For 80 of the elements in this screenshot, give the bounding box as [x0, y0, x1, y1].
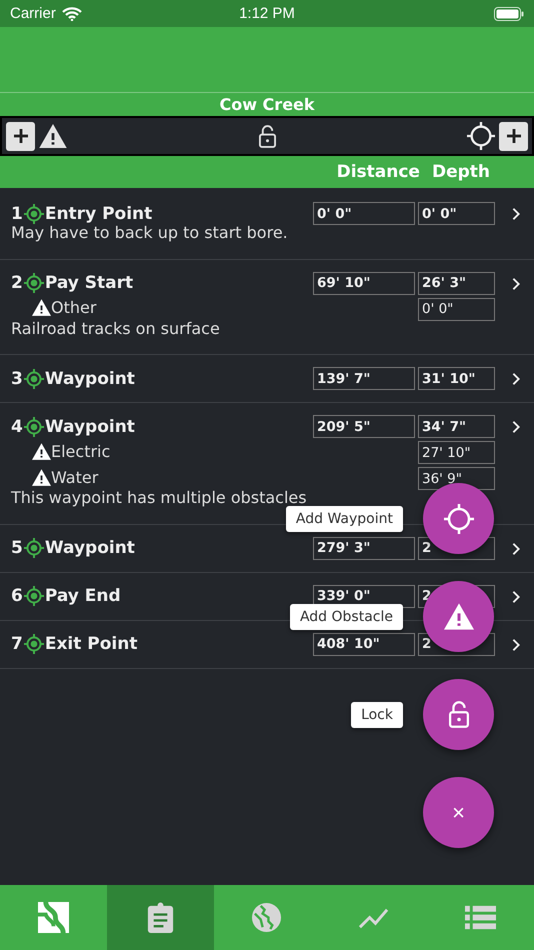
- station-number: 4: [11, 416, 23, 437]
- depth-field: 0' 0": [418, 298, 495, 321]
- station-row[interactable]: 5 Waypoint: [11, 536, 135, 560]
- crosshair-icon: [467, 122, 495, 150]
- close-fab-menu[interactable]: ×: [423, 777, 494, 848]
- distance-field: 69' 10": [313, 272, 415, 295]
- target-icon: [24, 204, 44, 224]
- station-row[interactable]: 3 Waypoint: [11, 367, 135, 390]
- station-name: Waypoint: [44, 416, 135, 437]
- station-number: 3: [11, 368, 23, 389]
- globe-icon: [251, 902, 282, 933]
- station-number: 1: [11, 204, 23, 224]
- target-icon: [24, 634, 44, 654]
- chevron-icon[interactable]: [511, 638, 521, 652]
- fab-tooltip: Add Waypoint: [286, 506, 403, 532]
- station-name: Exit Point: [44, 634, 138, 654]
- station-number: 5: [11, 538, 23, 558]
- depth-field: 27' 10": [418, 441, 495, 464]
- distance-field: 279' 3": [313, 536, 415, 560]
- obstacle-label: Other: [51, 298, 96, 318]
- station-name: Waypoint: [44, 538, 135, 558]
- station-name: Pay Start: [44, 273, 134, 294]
- target-icon: [24, 586, 44, 606]
- obstacle-label: Electric: [51, 442, 110, 461]
- station-note: Railroad tracks on surface: [11, 320, 221, 338]
- station-name: Entry Point: [44, 204, 152, 224]
- warning-icon: [32, 468, 51, 486]
- lock-icon: [448, 701, 468, 728]
- warning-icon: [32, 299, 51, 316]
- distance-field: 209' 5": [313, 415, 415, 438]
- station-name: Pay End: [44, 586, 121, 606]
- station-row[interactable]: 6 Pay End: [11, 584, 121, 608]
- fab-tooltip: Lock: [351, 702, 403, 728]
- chevron-icon[interactable]: [511, 590, 521, 604]
- column-header: Depth: [432, 162, 490, 182]
- chevron-icon[interactable]: [511, 207, 521, 221]
- station-row[interactable]: 4 Waypoint: [11, 415, 135, 438]
- lock-icon[interactable]: [258, 124, 276, 148]
- depth-field: 31' 10": [418, 367, 495, 390]
- project-title: Cow Creek: [219, 95, 315, 114]
- add-button[interactable]: [499, 122, 528, 150]
- station-note: This waypoint has multiple obstacles: [11, 489, 308, 507]
- distance-field: 0' 0": [313, 202, 415, 225]
- logo-icon: [38, 902, 69, 933]
- station-note: May have to back up to start bore.: [11, 224, 289, 242]
- carrier-label: Carrier: [10, 5, 56, 22]
- obstacle-label: Water: [51, 468, 98, 487]
- warning-icon: [444, 603, 474, 630]
- station-number: 2: [11, 273, 23, 294]
- station-row[interactable]: 2 Pay Start: [11, 272, 134, 295]
- depth-field: 0' 0": [418, 202, 495, 225]
- warning-button[interactable]: [39, 124, 67, 148]
- warning-icon: [32, 442, 51, 460]
- add-button[interactable]: [6, 122, 35, 150]
- station-name: Waypoint: [44, 368, 135, 389]
- crosshair-icon: [444, 504, 474, 534]
- station-number: 7: [11, 634, 23, 654]
- distance-field: 139' 7": [313, 367, 415, 390]
- depth-field: 34' 7": [418, 415, 495, 438]
- station-number: 6: [11, 586, 23, 606]
- tab-button[interactable]: [106, 885, 214, 950]
- column-header: Distance: [336, 162, 420, 182]
- distance-field: 408' 10": [313, 632, 415, 656]
- chevron-icon[interactable]: [511, 542, 521, 556]
- status-time: 1:12 PM: [239, 5, 295, 22]
- target-icon: [24, 416, 44, 437]
- chevron-icon[interactable]: [511, 276, 521, 291]
- locate-button[interactable]: [467, 122, 495, 150]
- wifi-icon: [62, 6, 82, 20]
- target-icon: [24, 538, 44, 558]
- warning-icon: [39, 124, 67, 148]
- battery-icon: [494, 6, 524, 20]
- station-row[interactable]: 1 Entry Point: [11, 202, 152, 225]
- depth-field: 26' 3": [418, 272, 495, 295]
- fab-tooltip: Add Obstacle: [290, 604, 403, 630]
- target-icon: [24, 273, 44, 294]
- station-row[interactable]: 7 Exit Point: [11, 632, 138, 656]
- target-icon: [24, 368, 44, 389]
- chevron-icon[interactable]: [511, 372, 521, 386]
- chevron-icon[interactable]: [511, 420, 521, 434]
